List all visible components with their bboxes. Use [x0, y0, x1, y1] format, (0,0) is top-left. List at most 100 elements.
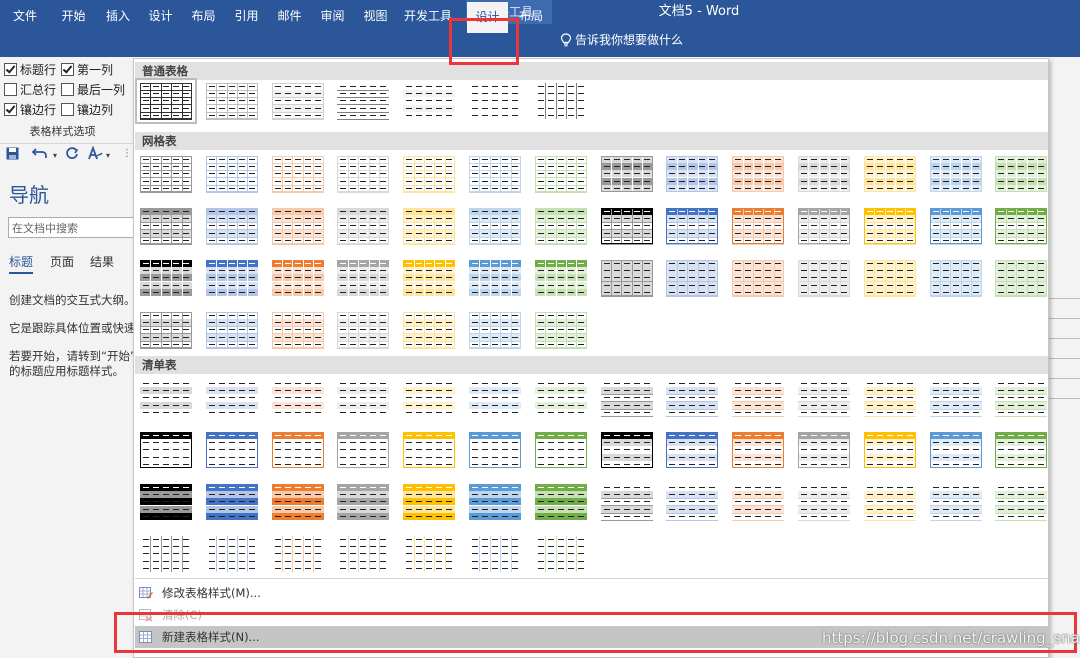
table-style-thumb-list-48[interactable]	[469, 536, 521, 572]
tab-review[interactable]: 审阅	[311, 0, 354, 33]
table-style-thumb-list-39[interactable]	[798, 484, 850, 521]
tab-home[interactable]: 开始	[50, 0, 97, 33]
table-style-thumb-grid-6[interactable]	[469, 156, 521, 193]
table-style-thumb-list-9[interactable]	[666, 380, 719, 417]
table-style-thumb-grid-12[interactable]	[863, 156, 916, 193]
table-style-thumb-grid-46[interactable]	[337, 312, 390, 349]
more-icon[interactable]: ⋮	[122, 148, 132, 159]
table-style-thumb-grid-16[interactable]	[205, 208, 258, 245]
navigation-search-input[interactable]: 在文档中搜索	[8, 217, 138, 238]
redo-icon[interactable]	[65, 146, 79, 164]
table-style-thumb-list-18[interactable]	[337, 432, 390, 468]
format-painter-icon[interactable]	[87, 145, 103, 165]
checkbox-total-row[interactable]: 汇总行	[4, 81, 56, 98]
table-style-thumb-grid-49[interactable]	[534, 312, 587, 349]
table-style-thumb-grid-42[interactable]	[995, 260, 1048, 297]
table-style-thumb-grid-47[interactable]	[403, 312, 456, 349]
table-style-thumb-list-32[interactable]	[337, 484, 390, 521]
table-style-thumb-list-7[interactable]	[534, 380, 587, 416]
table-style-thumb-list-34[interactable]	[469, 484, 521, 521]
table-style-thumb-list-30[interactable]	[205, 484, 258, 521]
checkbox-last-column[interactable]: 最后一列	[61, 81, 125, 98]
table-style-thumb-list-1[interactable]	[140, 380, 192, 416]
table-style-thumb-list-23[interactable]	[666, 432, 719, 468]
table-style-thumb-list-19[interactable]	[403, 432, 456, 468]
tab-insert[interactable]: 插入	[97, 0, 139, 33]
table-style-thumb-list-13[interactable]	[929, 380, 982, 417]
tab-layout[interactable]: 布局	[182, 0, 225, 33]
table-style-thumb-list-12[interactable]	[863, 380, 916, 417]
table-style-thumb-grid-26[interactable]	[863, 208, 916, 245]
table-style-thumb-list-31[interactable]	[271, 484, 324, 521]
tab-file[interactable]: 文件	[0, 0, 50, 33]
nav-tab-pages[interactable]: 页面	[50, 253, 74, 270]
table-style-thumb-list-10[interactable]	[732, 380, 785, 417]
table-style-thumb-grid-33[interactable]	[403, 260, 456, 297]
checkbox-header-row[interactable]: 标题行	[4, 61, 56, 78]
table-style-thumb-list-38[interactable]	[732, 484, 785, 521]
table-style-thumb-list-43[interactable]	[140, 536, 192, 572]
table-style-thumb-list-46[interactable]	[337, 536, 389, 572]
tell-me-search[interactable]: 告诉我你想要做什么	[560, 24, 683, 57]
tab-mailings[interactable]: 邮件	[268, 0, 311, 33]
table-style-thumb-list-40[interactable]	[863, 484, 916, 521]
table-style-thumb-plain-7[interactable]	[535, 83, 587, 119]
table-style-thumb-list-3[interactable]	[271, 380, 324, 416]
table-style-thumb-grid-38[interactable]	[732, 260, 785, 297]
table-style-thumb-list-6[interactable]	[469, 380, 521, 416]
table-style-thumb-list-49[interactable]	[535, 536, 587, 572]
table-style-thumb-grid-39[interactable]	[798, 260, 850, 297]
table-style-thumb-list-24[interactable]	[732, 432, 785, 468]
table-style-thumb-list-22[interactable]	[600, 432, 653, 468]
table-style-thumb-plain-4[interactable]	[337, 83, 390, 120]
table-style-thumb-list-17[interactable]	[271, 432, 324, 468]
table-style-thumb-plain-3[interactable]	[271, 83, 324, 120]
table-style-thumb-list-29[interactable]	[140, 484, 192, 521]
checkbox-banded-rows[interactable]: 镶边行	[4, 101, 56, 118]
table-style-thumb-list-37[interactable]	[666, 484, 719, 521]
table-style-thumb-grid-9[interactable]	[666, 156, 719, 193]
table-style-thumb-grid-28[interactable]	[995, 208, 1048, 245]
table-style-thumb-list-47[interactable]	[403, 536, 455, 572]
table-style-thumb-grid-19[interactable]	[403, 208, 456, 245]
table-style-thumb-list-26[interactable]	[863, 432, 916, 468]
table-style-thumb-grid-25[interactable]	[798, 208, 850, 245]
table-style-thumb-plain-6[interactable]	[469, 83, 521, 119]
table-style-thumb-grid-11[interactable]	[798, 156, 850, 193]
table-style-thumb-grid-1[interactable]	[140, 156, 192, 193]
table-style-thumb-plain-5[interactable]	[403, 83, 456, 119]
table-style-thumb-grid-20[interactable]	[469, 208, 521, 245]
tab-design[interactable]: 设计	[139, 0, 182, 33]
table-style-thumb-list-25[interactable]	[798, 432, 850, 468]
table-style-thumb-grid-3[interactable]	[271, 156, 324, 193]
table-style-thumb-grid-48[interactable]	[469, 312, 521, 349]
tab-references[interactable]: 引用	[225, 0, 268, 33]
table-style-thumb-list-33[interactable]	[403, 484, 456, 521]
table-style-thumb-plain-1[interactable]	[135, 78, 197, 124]
save-icon[interactable]	[6, 146, 19, 164]
table-style-thumb-grid-7[interactable]	[534, 156, 587, 193]
tab-view[interactable]: 视图	[354, 0, 397, 33]
table-style-thumb-grid-44[interactable]	[205, 312, 258, 349]
table-style-thumb-grid-17[interactable]	[271, 208, 324, 245]
table-style-thumb-list-4[interactable]	[337, 380, 390, 416]
table-style-thumb-grid-4[interactable]	[337, 156, 390, 193]
table-style-thumb-grid-34[interactable]	[469, 260, 521, 297]
table-style-thumb-grid-43[interactable]	[140, 312, 192, 349]
table-style-thumb-grid-27[interactable]	[929, 208, 982, 245]
table-style-thumb-grid-32[interactable]	[337, 260, 390, 297]
table-style-thumb-grid-5[interactable]	[403, 156, 456, 193]
table-style-thumb-list-44[interactable]	[206, 536, 258, 572]
table-style-thumb-list-28[interactable]	[995, 432, 1048, 468]
table-style-thumb-grid-37[interactable]	[666, 260, 719, 297]
table-style-thumb-list-41[interactable]	[929, 484, 982, 521]
table-style-thumb-list-11[interactable]	[798, 380, 850, 417]
table-style-thumb-grid-29[interactable]	[140, 260, 192, 297]
table-style-thumb-grid-35[interactable]	[534, 260, 587, 297]
table-style-thumb-list-15[interactable]	[140, 432, 192, 468]
table-style-thumb-grid-2[interactable]	[205, 156, 258, 193]
table-style-thumb-list-2[interactable]	[205, 380, 258, 416]
table-style-thumb-grid-22[interactable]	[600, 208, 653, 245]
table-style-thumb-grid-10[interactable]	[732, 156, 785, 193]
table-style-thumb-list-35[interactable]	[534, 484, 587, 521]
